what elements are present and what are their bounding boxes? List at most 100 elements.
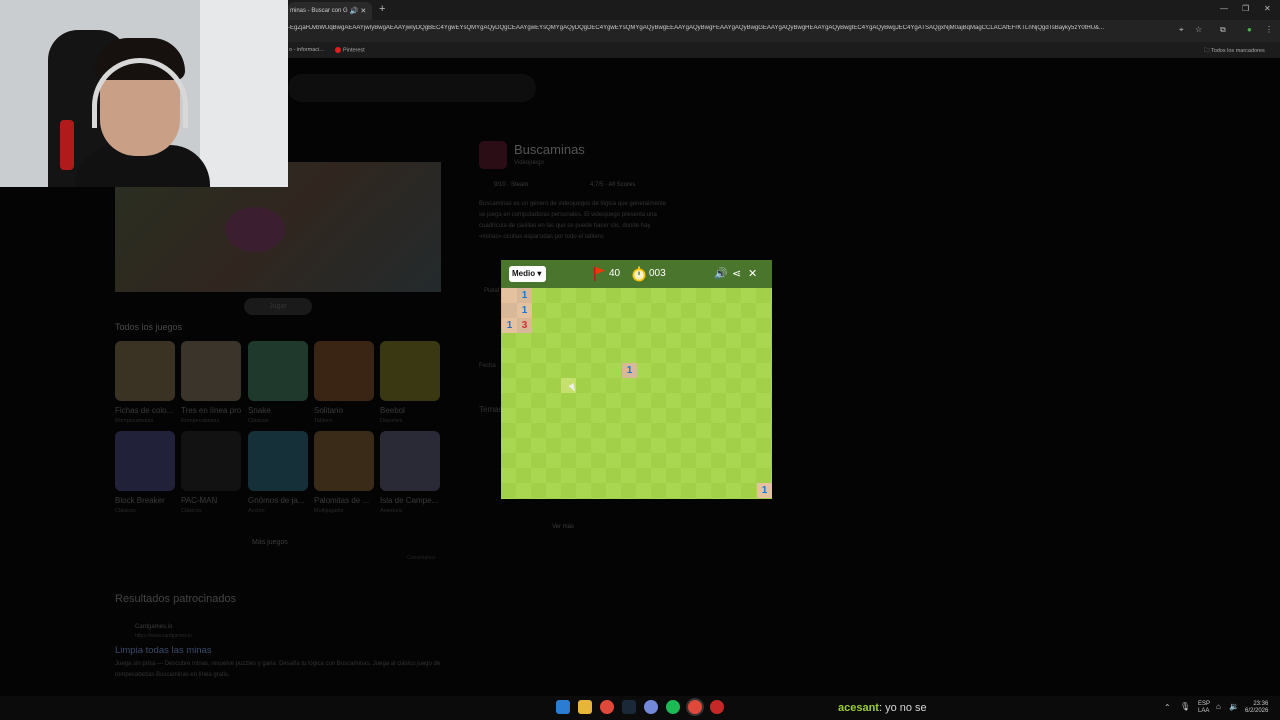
flag-count: 40 (609, 268, 621, 279)
flag-icon (594, 267, 605, 281)
kp-rating[interactable]: 9/10 · Steam (494, 182, 528, 188)
bookmark-item[interactable]: o - informaci... (289, 47, 324, 53)
game-category: Acción (248, 508, 265, 514)
revealed-cell[interactable]: 1 (502, 318, 517, 333)
tray-chevron-icon[interactable]: ⌃ (1164, 704, 1171, 712)
game-thumb[interactable] (314, 431, 374, 491)
bookmark-star-icon[interactable]: ☆ (1195, 25, 1202, 34)
game-name[interactable]: Fichas de colo... (115, 406, 173, 415)
game-thumb[interactable] (248, 341, 308, 401)
game-thumb[interactable] (181, 341, 241, 401)
game-category: Aventura (380, 508, 402, 514)
shield-icon[interactable]: ● (1247, 25, 1252, 34)
spotify-icon[interactable] (666, 700, 680, 714)
ad-link[interactable]: Limpia todas las minas (115, 645, 212, 656)
kp-label: Fecha (479, 363, 496, 369)
minesweeper-game: Medio ▾ 40 003 🔊 ⋖ ✕ 111311 (501, 260, 772, 499)
menu-icon[interactable]: ⋮ (1265, 25, 1273, 34)
steam-icon[interactable] (622, 700, 636, 714)
game-name[interactable]: Block Breaker (115, 496, 165, 505)
chat-text: : yo no se (878, 702, 927, 714)
game-name[interactable]: Tres en línea pro (181, 406, 241, 415)
clock[interactable]: 23:36 6/2/2026 (1245, 701, 1268, 715)
minimize-icon[interactable]: — (1220, 4, 1228, 13)
share-icon[interactable]: ⋖ (732, 267, 741, 280)
close-window-icon[interactable]: ✕ (1264, 4, 1271, 13)
game-name[interactable]: Palomitas de ... (314, 496, 369, 505)
network-icon[interactable]: ⌂ (1216, 703, 1221, 711)
kp-rating[interactable]: 4,7/5 · All Scores (590, 182, 635, 188)
revealed-cell[interactable]: 1 (622, 363, 637, 378)
game-header: Medio ▾ 40 003 🔊 ⋖ ✕ (501, 260, 772, 288)
game-category: Deportes (380, 418, 403, 424)
more-games-link[interactable]: Más juegos (252, 539, 288, 546)
game-name[interactable]: Beebol (380, 406, 405, 415)
difficulty-select[interactable]: Medio ▾ (509, 266, 546, 282)
new-tab-icon[interactable]: + (379, 3, 385, 15)
game-name[interactable]: Isla de Campe... (380, 496, 438, 505)
lang-bottom: LAA (1198, 708, 1210, 714)
play-button[interactable]: Jugar (244, 298, 312, 315)
game-category: Clásicos (181, 508, 202, 514)
game-name[interactable]: Snake (248, 406, 271, 415)
tab-active[interactable]: minas - Buscar con G 🔊 ✕ (288, 2, 372, 20)
bookmark-pinterest[interactable]: Pinterest (335, 47, 365, 53)
microphone-icon[interactable]: 🎙 (1180, 703, 1190, 711)
game-name[interactable]: Gnómos de ja... (248, 496, 304, 505)
extensions-icon[interactable]: ⧉ (1220, 25, 1226, 35)
timer: 003 (649, 268, 666, 279)
app-icon[interactable] (710, 700, 724, 714)
see-more-link[interactable]: Ver más (552, 524, 574, 530)
chrome-active-icon[interactable] (688, 700, 702, 714)
tab-title: minas - Buscar con G (290, 8, 348, 14)
speaker-icon[interactable]: 🔊 (350, 7, 359, 15)
webcam-chair-accent (60, 120, 74, 170)
discord-icon[interactable] (644, 700, 658, 714)
revealed-cell[interactable]: 3 (517, 318, 532, 333)
webcam-overlay (0, 0, 288, 187)
game-name[interactable]: Solitario (314, 406, 343, 415)
kp-description: Buscaminas es un género de videojuegos d… (479, 201, 667, 240)
pinterest-icon (335, 47, 341, 53)
search-box[interactable] (288, 74, 536, 102)
game-name[interactable]: PAC-MAN (181, 496, 217, 505)
webcam-wall (200, 0, 288, 187)
restore-icon[interactable]: ❐ (1242, 4, 1249, 13)
windows-start-icon[interactable] (556, 700, 570, 714)
revealed-cell[interactable]: 1 (517, 303, 532, 318)
feedback-link[interactable]: Comentarios (407, 555, 435, 561)
game-app-icon (479, 141, 507, 169)
lang-top: ESP (1198, 701, 1211, 707)
banner-character (225, 207, 285, 252)
game-thumb[interactable] (115, 431, 175, 491)
bookmarks-folder[interactable]: 🗀 Todos los marcadores (1204, 47, 1265, 56)
revealed-cell[interactable] (502, 288, 517, 303)
clock-time: 23:36 (1253, 701, 1269, 707)
revealed-cell[interactable] (502, 303, 517, 318)
game-thumb[interactable] (115, 341, 175, 401)
revealed-cell[interactable]: 1 (757, 483, 772, 498)
url-field[interactable]: -EgZjaHJvbWUqBwgAEAAYjwIyBwgAEAAYjwIyDQg… (288, 25, 1174, 37)
game-thumb[interactable] (380, 431, 440, 491)
language-indicator[interactable]: ESP LAA (1198, 701, 1210, 715)
file-explorer-icon[interactable] (578, 700, 592, 714)
revealed-cell[interactable]: 1 (517, 288, 532, 303)
volume-icon[interactable]: 🔉 (1229, 703, 1239, 711)
location-icon[interactable]: ⌖ (1179, 25, 1184, 35)
game-board[interactable]: 111311 (501, 288, 772, 499)
ad-url[interactable]: https://www.cardgames.io (135, 633, 192, 639)
game-thumb[interactable] (380, 341, 440, 401)
kp-label: Temas (479, 405, 503, 414)
ad-site[interactable]: Cardgames.io (135, 624, 172, 630)
close-tab-icon[interactable]: ✕ (360, 7, 366, 15)
close-game-icon[interactable]: ✕ (748, 267, 757, 280)
sponsored-title: Resultados patrocinados (115, 593, 237, 605)
clock-icon (632, 266, 646, 282)
game-category: Multijugador (314, 508, 344, 514)
kp-label: Plataf (484, 288, 500, 294)
game-thumb[interactable] (181, 431, 241, 491)
game-thumb[interactable] (248, 431, 308, 491)
chrome-icon[interactable] (600, 700, 614, 714)
game-thumb[interactable] (314, 341, 374, 401)
sound-icon[interactable]: 🔊 (714, 267, 728, 280)
